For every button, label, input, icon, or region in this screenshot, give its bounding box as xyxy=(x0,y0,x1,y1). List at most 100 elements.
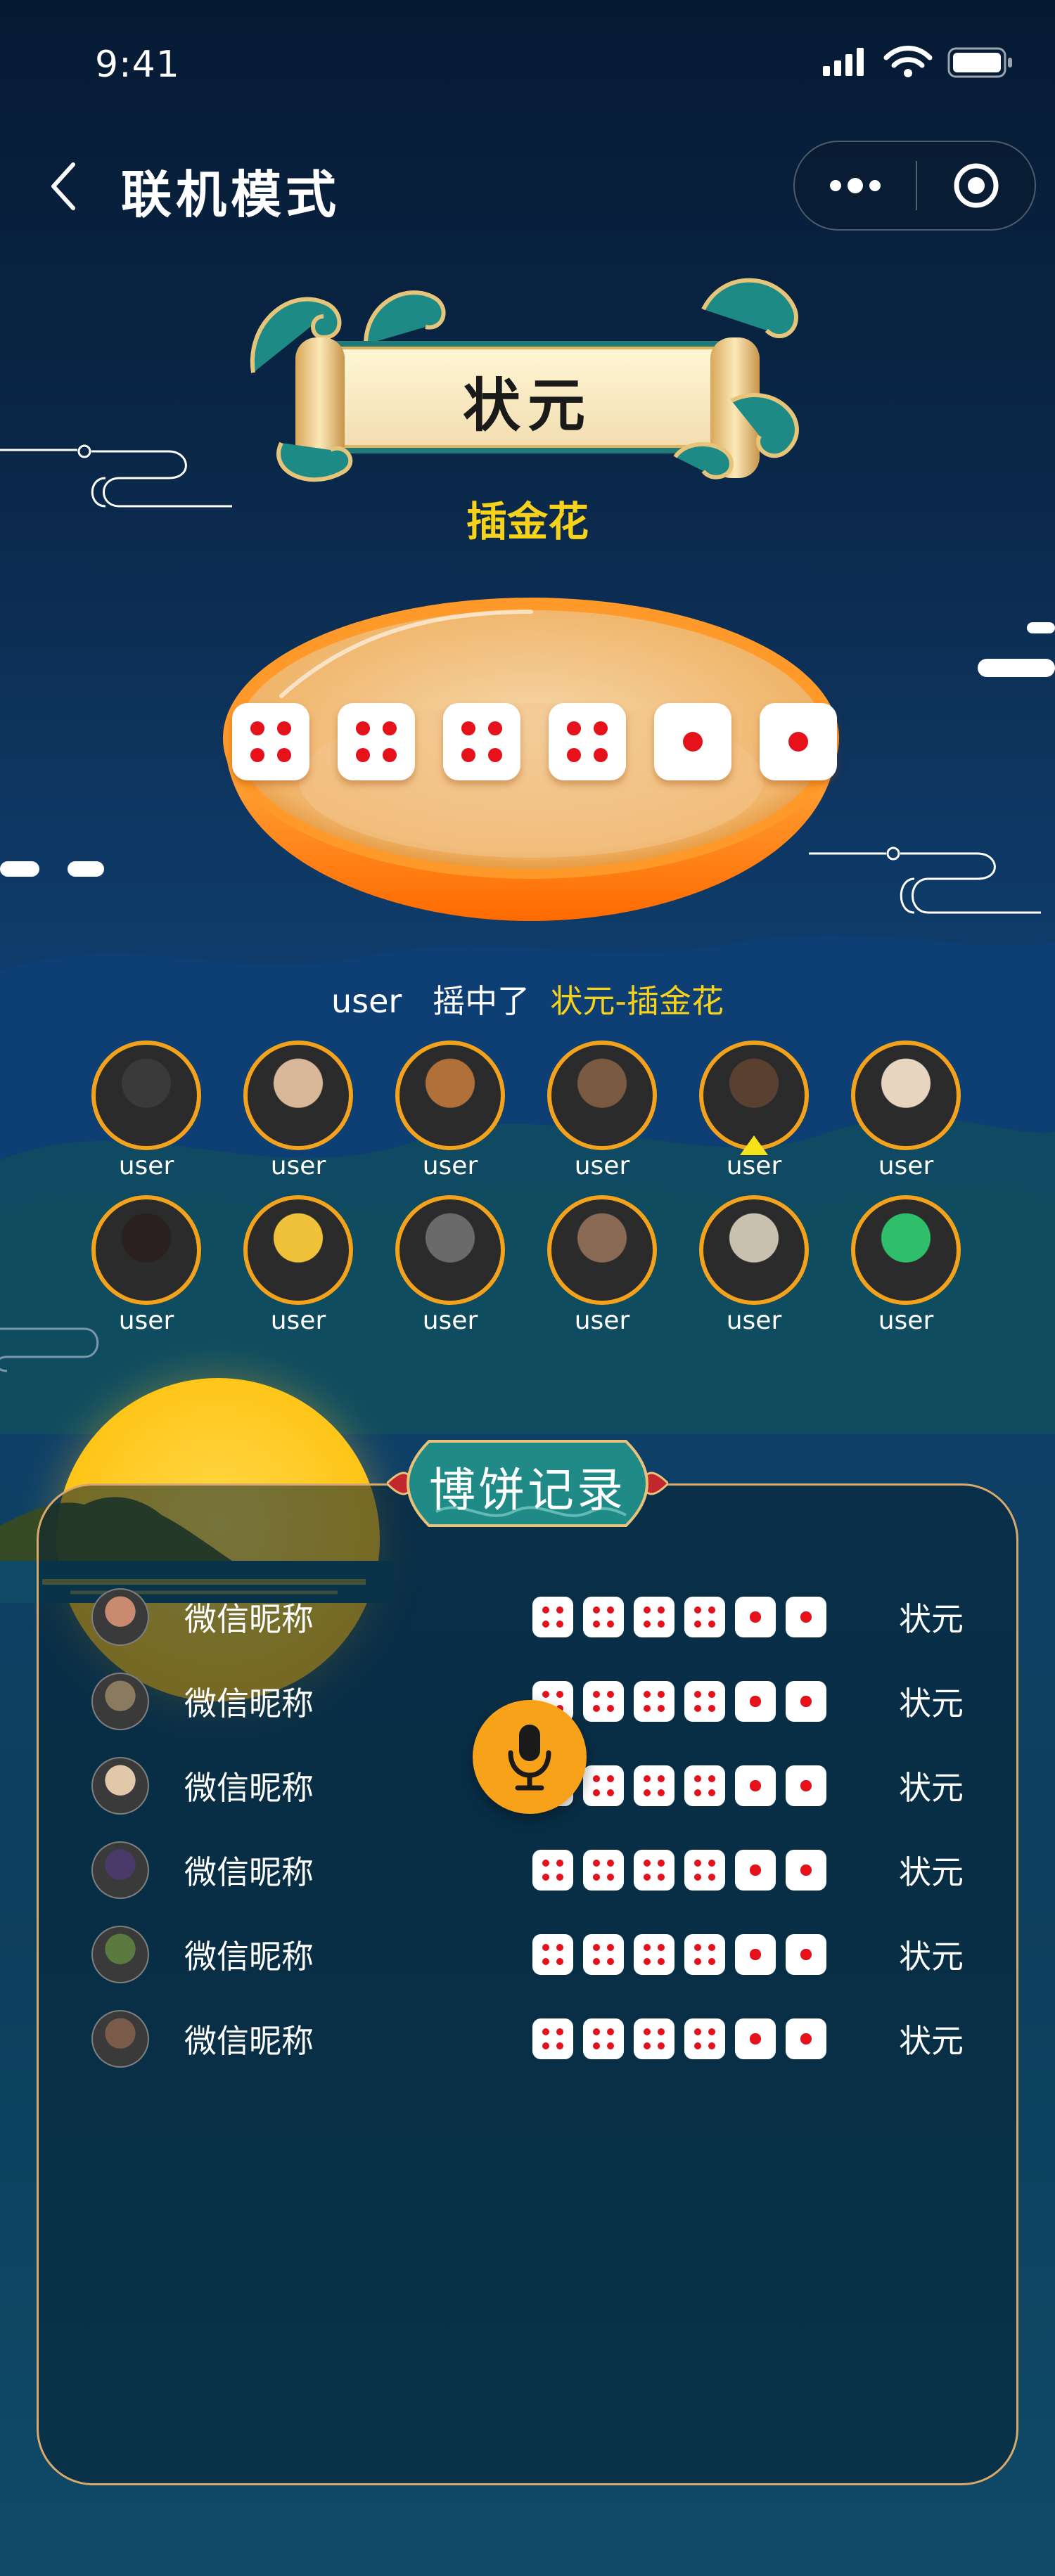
die-pip xyxy=(708,2028,716,2036)
die-pip xyxy=(750,1949,761,1960)
voice-button[interactable] xyxy=(473,1700,587,1814)
die-face-4 xyxy=(684,1765,725,1806)
die-face-1 xyxy=(760,703,837,780)
die-face-4 xyxy=(583,2018,624,2059)
die-pip xyxy=(693,1789,702,1797)
die-pip xyxy=(276,747,291,762)
die-pip xyxy=(750,1780,761,1791)
player-name: user xyxy=(878,1306,934,1335)
die-pip xyxy=(657,1943,665,1952)
player-slot[interactable]: user xyxy=(374,1195,526,1343)
player-slot[interactable]: user xyxy=(70,1195,222,1343)
die-pip xyxy=(556,1606,564,1614)
record-result: 状元 xyxy=(899,1769,964,1807)
die-pip xyxy=(542,1873,550,1881)
records-title: 博饼记录 xyxy=(429,1463,626,1517)
player-name: user xyxy=(118,1306,174,1335)
die-pip xyxy=(643,2042,651,2050)
die-face-4 xyxy=(583,1765,624,1806)
die-pip xyxy=(542,1943,550,1952)
die-pip xyxy=(750,2033,761,2044)
die-pip xyxy=(800,1780,812,1791)
die-face-4 xyxy=(634,1934,674,1975)
record-result: 状元 xyxy=(899,1938,964,1976)
die-pip xyxy=(542,1606,550,1614)
die-pip xyxy=(382,721,397,736)
back-button[interactable] xyxy=(42,158,84,214)
record-dice xyxy=(532,1934,826,1975)
die-pip xyxy=(593,721,608,736)
player-avatar xyxy=(395,1041,505,1150)
player-name: user xyxy=(726,1152,782,1180)
die-pip xyxy=(657,1620,665,1628)
die-pip xyxy=(643,1606,651,1614)
die-pip xyxy=(592,2028,601,2036)
die-pip xyxy=(693,1775,702,1783)
die-pip xyxy=(800,1611,812,1623)
player-grid: user user user user user user user user user user… xyxy=(70,1041,985,1350)
die-pip xyxy=(693,1873,702,1881)
record-nickname: 微信昵称 xyxy=(184,1600,314,1638)
die-face-4 xyxy=(634,2018,674,2059)
die-pip xyxy=(657,1704,665,1713)
die-face-4 xyxy=(634,1681,674,1722)
die-pip xyxy=(556,1957,564,1966)
player-name: user xyxy=(574,1306,630,1335)
record-result: 状元 xyxy=(899,2022,964,2060)
player-slot[interactable]: user xyxy=(830,1195,982,1343)
chevron-left-icon xyxy=(51,162,75,210)
die-face-1 xyxy=(735,1934,776,1975)
die-pip xyxy=(643,1943,651,1952)
player-slot[interactable]: user xyxy=(830,1041,982,1188)
player-avatar xyxy=(91,1195,201,1305)
player-slot[interactable]: user xyxy=(678,1195,830,1343)
die-pip xyxy=(382,747,397,762)
signal-icon xyxy=(823,48,864,76)
die-pip xyxy=(643,2028,651,2036)
player-slot[interactable]: user xyxy=(526,1041,678,1188)
status-icons xyxy=(823,46,1012,78)
die-pip xyxy=(657,1606,665,1614)
die-pip xyxy=(750,1696,761,1707)
record-row: 微信昵称 状元 xyxy=(91,1582,964,1652)
die-pip xyxy=(682,731,703,752)
player-avatar xyxy=(243,1195,353,1305)
die-face-1 xyxy=(786,1765,826,1806)
player-slot[interactable]: user xyxy=(374,1041,526,1188)
die-pip xyxy=(606,1775,615,1783)
die-pip xyxy=(606,1957,615,1966)
result-value: 状元-插金花 xyxy=(550,982,724,1020)
die-pip xyxy=(606,1873,615,1881)
die-face-4 xyxy=(684,1850,725,1891)
close-mini-program-button[interactable] xyxy=(917,142,1035,229)
player-avatar xyxy=(547,1195,657,1305)
die-face-4 xyxy=(634,1765,674,1806)
die-pip xyxy=(592,2042,601,2050)
record-dice xyxy=(532,1597,826,1637)
die-pip xyxy=(542,2042,550,2050)
die-pip xyxy=(276,721,291,736)
die-pip xyxy=(657,2028,665,2036)
player-slot[interactable]: user xyxy=(526,1195,678,1343)
die-pip xyxy=(606,1690,615,1699)
record-avatar xyxy=(91,1673,149,1730)
record-row: 微信昵称 状元 xyxy=(91,1919,964,1990)
player-slot[interactable]: user xyxy=(222,1041,374,1188)
cloud-bar xyxy=(0,861,39,877)
die-face-1 xyxy=(786,1681,826,1722)
player-slot[interactable]: user xyxy=(70,1041,222,1188)
die-pip xyxy=(708,1873,716,1881)
record-avatar xyxy=(91,1841,149,1899)
more-button[interactable] xyxy=(795,142,916,229)
player-avatar xyxy=(243,1041,353,1150)
record-nickname: 微信昵称 xyxy=(184,2022,314,2060)
die-pip xyxy=(556,1943,564,1952)
die-pip xyxy=(592,1620,601,1628)
die-pip xyxy=(693,1704,702,1713)
player-name: user xyxy=(270,1306,326,1335)
die-pip xyxy=(708,2042,716,2050)
die-face-4 xyxy=(583,1597,624,1637)
player-slot[interactable]: user xyxy=(678,1041,830,1188)
die-pip xyxy=(643,1873,651,1881)
player-slot[interactable]: user xyxy=(222,1195,374,1343)
